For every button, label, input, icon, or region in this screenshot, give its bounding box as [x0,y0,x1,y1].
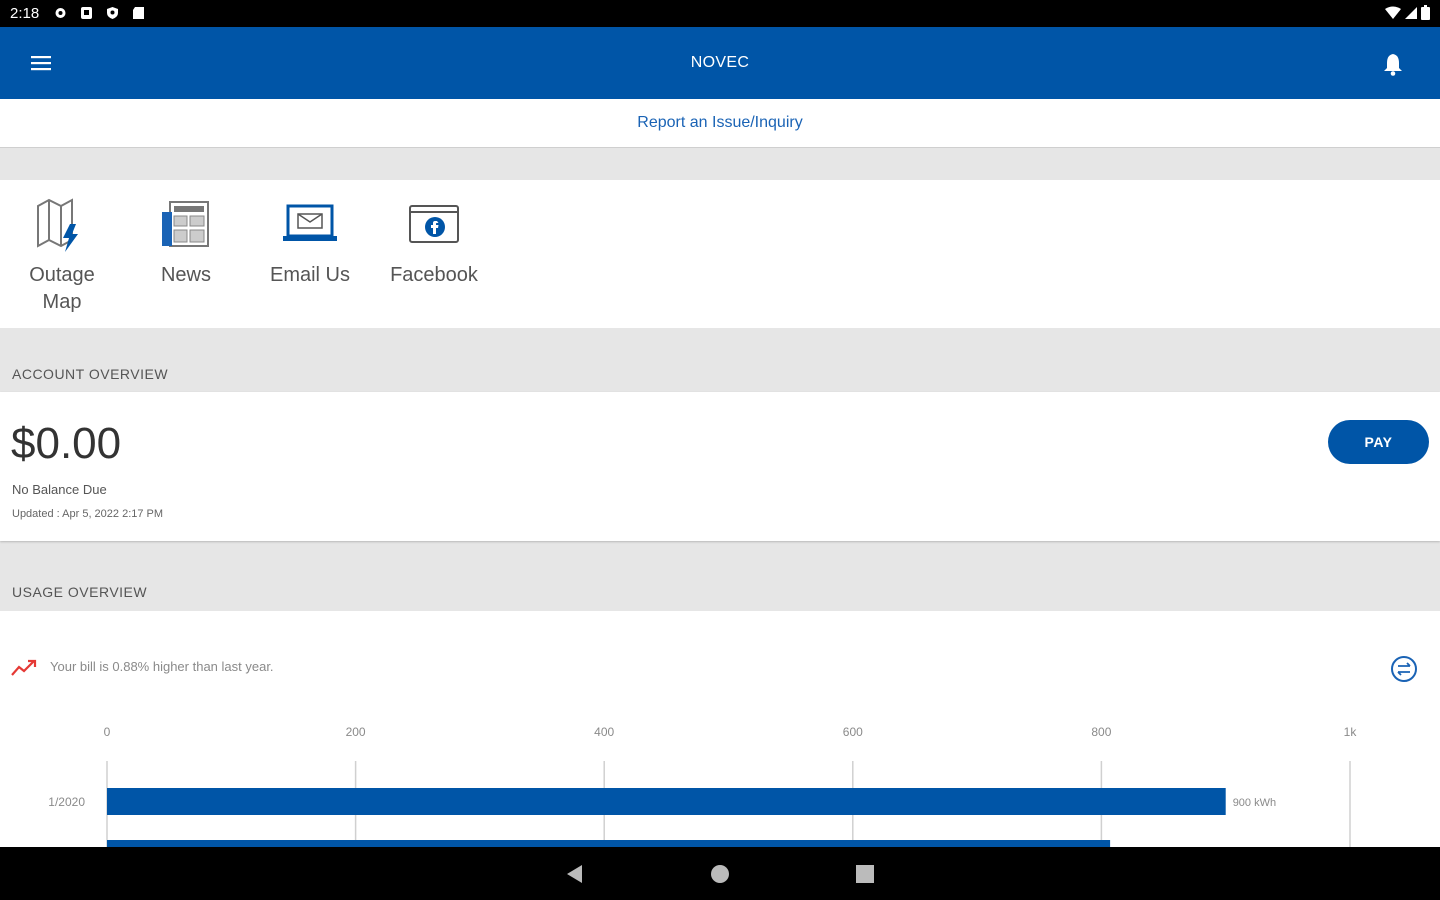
outage-map-icon [37,198,78,252]
quick-link-news[interactable]: News [124,198,248,289]
facebook-icon [409,205,459,243]
account-overview-heading: ACCOUNT OVERVIEW [12,366,169,382]
recents-icon[interactable] [854,863,876,890]
x-tick-label: 800 [1091,725,1111,739]
usage-chart: 0 200 400 600 800 1k 1/2020 900 kWh [48,725,1358,847]
sdcard-status-icon [132,6,145,20]
back-icon[interactable] [564,863,586,890]
system-nav-bar [0,847,1440,900]
quick-link-label: Map [42,291,82,313]
email-icon [283,204,337,241]
quick-link-facebook[interactable]: Facebook [372,198,496,289]
pay-button[interactable]: PAY [1328,420,1429,464]
settings-status-icon [54,6,67,20]
app-title: NOVEC [690,54,750,71]
quick-link-email-us[interactable]: Email Us [248,198,372,289]
quick-link-label: Facebook [390,264,478,286]
bell-icon[interactable] [1381,51,1405,77]
quick-link-label: Outage [29,264,95,286]
status-bar: 2:18 [0,0,1440,27]
account-card: $0.00 No Balance Due Updated : Apr 5, 20… [0,392,1440,541]
balance-status: No Balance Due [12,482,107,497]
notification-status-icon [80,6,93,20]
wifi-icon [1385,6,1401,25]
usage-bar [107,788,1226,815]
x-tick-label: 1k [1344,725,1358,739]
shield-status-icon [106,6,119,20]
news-icon [162,201,209,247]
home-icon[interactable] [709,863,731,890]
battery-icon [1421,5,1430,25]
balance-amount: $0.00 [11,419,122,468]
bar-value-label: 900 kWh [1233,797,1276,809]
quick-links: Outage Map News Email Us Facebook [0,180,1440,328]
report-issue-link[interactable]: Report an Issue/Inquiry [0,114,1440,132]
updated-timestamp: Updated : Apr 5, 2022 2:17 PM [12,508,164,520]
x-tick-label: 200 [346,725,366,739]
quick-link-label: News [160,264,211,286]
signal-icon [1405,6,1417,25]
quick-link-label: Email Us [269,264,350,286]
usage-overview-heading: USAGE OVERVIEW [12,584,148,600]
usage-card: Your bill is 0.88% higher than last year… [0,611,1440,847]
x-tick-label: 400 [594,725,614,739]
status-time: 2:18 [10,5,40,22]
app-bar: NOVEC [0,27,1440,99]
usage-bar [107,840,1111,847]
y-category-label: 1/2020 [48,795,85,809]
x-tick-label: 600 [843,725,863,739]
quick-link-outage-map[interactable]: Outage Map [0,198,124,316]
report-bar: Report an Issue/Inquiry [0,99,1440,148]
x-tick-label: 0 [104,725,111,739]
